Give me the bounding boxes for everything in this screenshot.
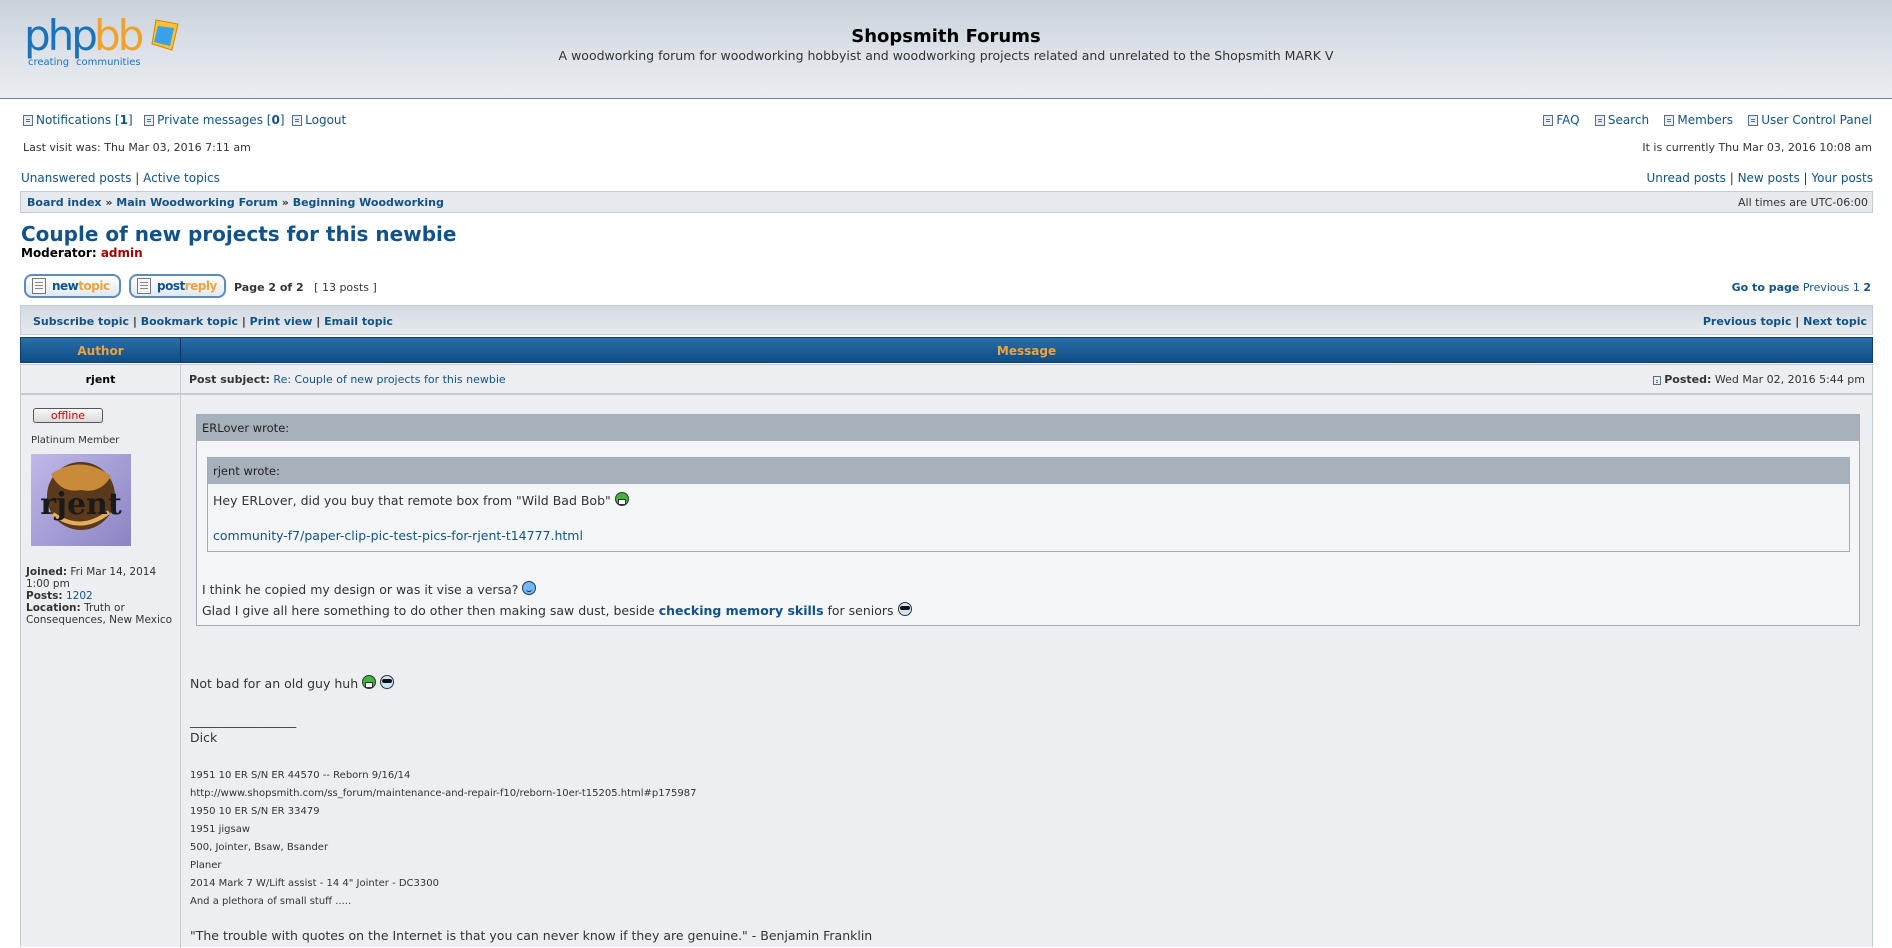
quick-links-right: Unread posts | New posts | Your posts xyxy=(1646,171,1873,185)
ucp-icon xyxy=(1748,115,1759,126)
topic-title[interactable]: Couple of new projects for this newbie xyxy=(21,222,456,246)
signature-line: 500, Jointer, Bsaw, Bsander xyxy=(190,842,329,853)
unread-posts-link[interactable]: Unread posts xyxy=(1646,171,1725,185)
cool-smiley xyxy=(897,602,912,616)
posts-line: Posts: 1202 xyxy=(26,590,93,602)
post-reply-icon xyxy=(137,278,151,294)
pagination: Go to page Previous 1 2 xyxy=(1732,281,1871,294)
avatar[interactable]: rjent xyxy=(31,454,131,546)
breadcrumb: Board index » Main Woodworking Forum » B… xyxy=(20,191,1873,213)
inner-quote-text: Hey ERLover, did you buy that remote box… xyxy=(213,492,629,508)
pm-icon xyxy=(144,115,155,126)
faq-link[interactable]: FAQ xyxy=(1556,113,1579,127)
post-body-line: Not bad for an old guy huh xyxy=(190,675,395,691)
logout-link[interactable]: Logout xyxy=(305,113,346,127)
subscribe-topic-link[interactable]: Subscribe topic xyxy=(33,315,129,328)
site-title: Shopsmith Forums xyxy=(851,26,1041,47)
post-icon[interactable] xyxy=(1653,376,1662,385)
online-status-badge: offline xyxy=(33,408,103,423)
new-topic-icon xyxy=(32,278,46,294)
logout-icon xyxy=(292,115,303,126)
signature-line: 1951 10 ER S/N ER 44570 -- Reborn 9/16/1… xyxy=(190,770,411,781)
signature-quote: "The trouble with quotes on the Internet… xyxy=(190,928,873,943)
current-time: It is currently Thu Mar 03, 2016 10:08 a… xyxy=(1642,141,1872,154)
outer-quote-line-1: I think he copied my design or was it vi… xyxy=(202,581,537,597)
bookmark-topic-link[interactable]: Bookmark topic xyxy=(141,315,238,328)
post-reply-button[interactable]: post reply xyxy=(129,274,226,298)
signature-line: 1950 10 ER S/N ER 33479 xyxy=(190,806,320,817)
signature-line: Planer xyxy=(190,860,222,871)
message-column-header: Message xyxy=(996,344,1057,358)
active-topics-link[interactable]: Active topics xyxy=(143,171,220,185)
user-nav-left: Notifications [1] Private messages [0] L… xyxy=(23,113,346,127)
new-topic-button[interactable]: new topic xyxy=(24,274,121,298)
post-header-row: rjent Post subject: Re: Couple of new pr… xyxy=(20,364,1873,394)
print-view-link[interactable]: Print view xyxy=(250,315,313,328)
post-subject-link[interactable]: Re: Couple of new projects for this newb… xyxy=(273,373,505,386)
inner-quote-author: rjent wrote: xyxy=(208,458,1849,484)
notifications-link[interactable]: Notifications [1] xyxy=(36,113,133,127)
search-link[interactable]: Search xyxy=(1608,113,1649,127)
signature-line: 1951 jigsaw xyxy=(190,824,251,835)
outer-quote: ERLover wrote: rjent wrote: Hey ERLover,… xyxy=(196,414,1860,626)
your-posts-link[interactable]: Your posts xyxy=(1811,171,1873,185)
outer-quote-author: ERLover wrote: xyxy=(197,415,1859,441)
post-date: Posted: Wed Mar 02, 2016 5:44 pm xyxy=(1653,373,1865,386)
user-rank: Platinum Member xyxy=(31,435,120,446)
signature-line: http://www.shopsmith.com/ss_forum/mainte… xyxy=(190,788,697,799)
goto-page-link[interactable]: Go to page xyxy=(1732,281,1800,294)
new-posts-link[interactable]: New posts xyxy=(1738,171,1800,185)
faq-icon xyxy=(1543,115,1554,126)
topic-actions-bar: Subscribe topic | Bookmark topic | Print… xyxy=(20,305,1873,335)
location-line: Location: Truth or Consequences, New Mex… xyxy=(26,602,173,626)
site-description: A woodworking forum for woodworking hobb… xyxy=(558,48,1334,63)
signature-line: And a plethora of small stuff ..... xyxy=(190,896,352,907)
post-subject: Post subject: Re: Couple of new projects… xyxy=(189,373,506,386)
page-1-link[interactable]: 1 xyxy=(1853,281,1860,294)
signature-line: 2014 Mark 7 W/Lift assist - 14 4" Jointe… xyxy=(190,878,439,889)
moderator-link[interactable]: admin xyxy=(101,246,143,260)
breadcrumb-board-index[interactable]: Board index xyxy=(27,196,102,209)
memory-skills-link[interactable]: checking memory skills xyxy=(659,603,824,618)
signature-name: Dick xyxy=(190,730,218,745)
private-messages-link[interactable]: Private messages [0] xyxy=(157,113,284,127)
search-icon xyxy=(1594,115,1605,126)
joined-line: Joined: Fri Mar 14, 2014 1:00 pm xyxy=(26,566,157,590)
posts-table-header: Author Message xyxy=(20,337,1873,363)
current-page: 2 xyxy=(1863,281,1871,294)
page-info: Page 2 of 2 [ 13 posts ] xyxy=(234,281,377,294)
previous-topic-link[interactable]: Previous topic xyxy=(1703,315,1792,328)
cool-smiley xyxy=(380,675,395,689)
moderator-line: Moderator: admin xyxy=(21,246,143,260)
inner-quote: rjent wrote: Hey ERLover, did you buy th… xyxy=(207,457,1850,552)
previous-page-link[interactable]: Previous xyxy=(1803,281,1850,294)
signature-list: 1951 10 ER S/N ER 44570 -- Reborn 9/16/1… xyxy=(190,767,696,911)
grin-smiley xyxy=(614,492,629,506)
svg-text:rjent: rjent xyxy=(40,487,122,522)
wink-smiley xyxy=(522,581,537,595)
user-nav-right: FAQ Search Members User Control Panel xyxy=(1543,113,1872,127)
grin-smiley xyxy=(362,675,377,689)
next-topic-link[interactable]: Next topic xyxy=(1803,315,1867,328)
author-column-header: Author xyxy=(77,344,124,358)
outer-quote-line-2: Glad I give all here something to do oth… xyxy=(202,602,912,618)
timezone-label: All times are UTC-06:00 xyxy=(1738,196,1868,209)
notifications-icon xyxy=(23,115,33,126)
ucp-link[interactable]: User Control Panel xyxy=(1761,113,1872,127)
members-icon xyxy=(1664,115,1675,126)
user-profile-details: Joined: Fri Mar 14, 2014 1:00 pm Posts: … xyxy=(26,566,176,626)
quick-links-left: Unanswered posts | Active topics xyxy=(21,171,220,185)
post-author[interactable]: rjent xyxy=(21,373,180,386)
signature-rule: _________________ xyxy=(190,713,297,728)
members-link[interactable]: Members xyxy=(1677,113,1733,127)
unanswered-posts-link[interactable]: Unanswered posts xyxy=(21,171,131,185)
inner-quote-link[interactable]: community-f7/paper-clip-pic-test-pics-fo… xyxy=(213,528,583,543)
last-visit: Last visit was: Thu Mar 03, 2016 7:11 am xyxy=(23,141,251,154)
post-row: offline Platinum Member rjent Joined: Fr… xyxy=(20,394,1873,948)
breadcrumb-beginning-woodworking[interactable]: Beginning Woodworking xyxy=(293,196,444,209)
site-header: php bb creating communities Shopsmith Fo… xyxy=(0,0,1892,99)
breadcrumb-main-forum[interactable]: Main Woodworking Forum xyxy=(116,196,278,209)
email-topic-link[interactable]: Email topic xyxy=(324,315,393,328)
